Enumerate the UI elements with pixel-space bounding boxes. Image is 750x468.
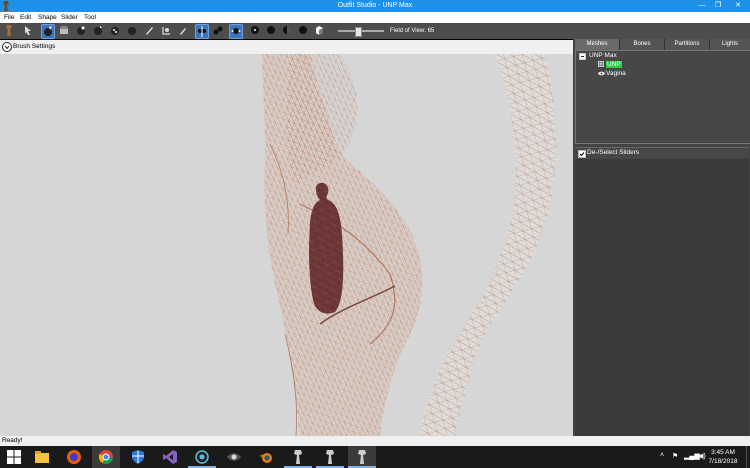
tree-item-vagina[interactable]: Vagina [606, 69, 626, 78]
inflate-tool-button[interactable] [58, 24, 70, 37]
menu-shape[interactable]: Shape [38, 12, 57, 23]
clock-date[interactable]: 7/18/2018 [700, 458, 746, 465]
mirror-x-toggle[interactable] [195, 24, 209, 39]
clock-time[interactable]: 3:45 AM [700, 449, 746, 456]
connected-only-toggle[interactable] [212, 24, 224, 37]
outfit-studio-icon-1[interactable] [284, 446, 312, 468]
show-desktop-button[interactable] [746, 446, 750, 468]
brush-settings-label[interactable]: Brush Settings [13, 41, 55, 53]
maximize-button[interactable]: ❐ [710, 0, 726, 12]
deflate-tool-button[interactable] [75, 24, 87, 37]
tab-lights[interactable]: Lights [710, 39, 750, 50]
deselect-sliders-label[interactable]: De-/Select Sliders [587, 148, 639, 158]
global-brush-toggle[interactable] [229, 24, 243, 39]
move-tool-button[interactable] [92, 24, 104, 37]
chevron-down-icon[interactable] [2, 42, 12, 52]
menu-slider[interactable]: Slider [61, 12, 78, 23]
tab-meshes[interactable]: Meshes [575, 39, 620, 50]
field-of-view-label: Field of View: 65 [390, 28, 435, 34]
weight-tool-button[interactable] [160, 24, 172, 37]
outfit-studio-icon-2[interactable] [316, 446, 344, 468]
collapse-toggle-icon[interactable] [579, 53, 586, 60]
brush-tool-button[interactable] [41, 24, 55, 39]
tab-partitions[interactable]: Partitions [665, 39, 710, 50]
color-tool-button[interactable] [177, 24, 189, 37]
menu-file[interactable]: File [4, 12, 14, 23]
blender-icon[interactable] [252, 446, 280, 468]
brush-settings-bar [0, 40, 573, 54]
eye-icon[interactable] [598, 71, 605, 76]
window-title: Outfit Studio - UNP Max [337, 2, 413, 9]
view-back-button[interactable] [297, 24, 309, 37]
file-explorer-icon[interactable] [28, 446, 56, 468]
flag-icon[interactable]: ⚑ [672, 452, 678, 460]
3d-viewport[interactable] [0, 54, 573, 436]
grid-icon[interactable] [598, 61, 604, 67]
eye-app-icon[interactable] [220, 446, 248, 468]
edit-brush-tool-button[interactable] [143, 24, 155, 37]
tree-root-unp-max[interactable]: UNP Max [589, 51, 617, 60]
wireframe-mesh-render [262, 54, 557, 436]
tab-bones[interactable]: Bones [620, 39, 665, 50]
status-text: Ready! [2, 437, 23, 444]
view-light-button[interactable] [313, 24, 325, 37]
windows-start-icon[interactable] [0, 446, 28, 468]
view-left-button[interactable] [265, 24, 277, 37]
selected-mesh-label[interactable]: UNP [606, 61, 622, 68]
view-right-button[interactable] [281, 24, 293, 37]
defender-icon[interactable] [124, 446, 152, 468]
minimize-button[interactable]: — [694, 0, 710, 12]
chrome-icon[interactable] [92, 446, 120, 468]
view-front-button[interactable] [249, 24, 261, 37]
firefox-icon[interactable] [60, 446, 88, 468]
deselect-sliders-checkbox[interactable] [578, 150, 586, 158]
pose-tool-button[interactable] [3, 24, 15, 37]
field-of-view-slider-thumb[interactable] [355, 27, 362, 37]
outfit-studio-icon-3[interactable] [348, 446, 376, 468]
menu-tool[interactable]: Tool [84, 12, 96, 23]
tree-item-unp[interactable]: UNP [606, 60, 622, 69]
chevron-up-icon[interactable]: ˄ [660, 452, 664, 459]
camera-icon[interactable] [188, 446, 216, 468]
visual-studio-icon[interactable] [156, 446, 184, 468]
select-tool-button[interactable] [22, 24, 34, 37]
menu-edit[interactable]: Edit [20, 12, 31, 23]
undiff-tool-button[interactable] [126, 24, 138, 37]
smooth-tool-button[interactable] [109, 24, 121, 37]
status-bar [0, 436, 750, 446]
close-button[interactable]: ✕ [730, 0, 746, 12]
slider-list[interactable] [575, 159, 749, 436]
